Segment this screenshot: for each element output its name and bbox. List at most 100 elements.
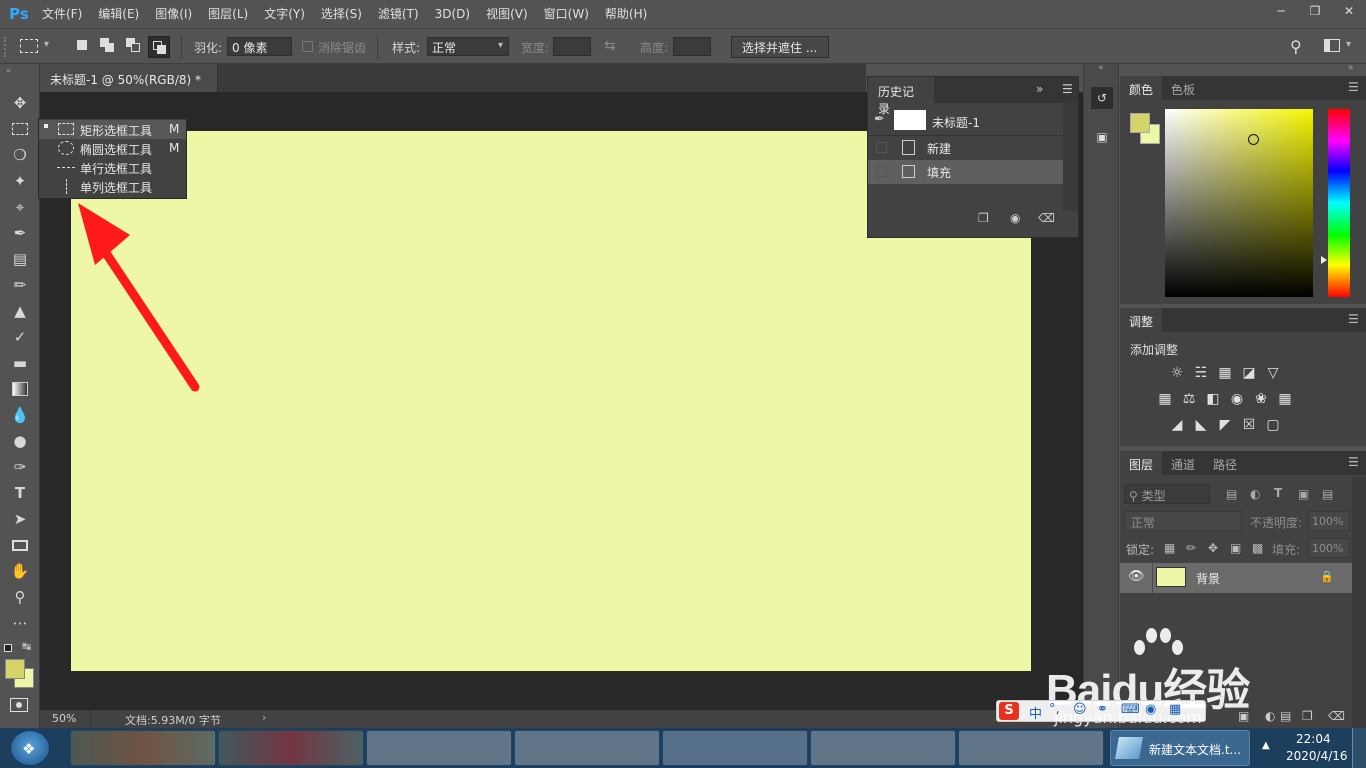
invert-icon[interactable]: ◢: [1168, 416, 1186, 434]
history-brush-source-icon[interactable]: ✒: [874, 112, 885, 127]
select-and-mask-button[interactable]: 选择并遮住 ...: [731, 36, 829, 58]
crop-tool-icon[interactable]: ⌖: [8, 196, 32, 218]
vibrance-icon[interactable]: ▽: [1264, 364, 1282, 382]
move-tool-icon[interactable]: ✥: [8, 92, 32, 114]
menu-window[interactable]: 窗口(W): [536, 0, 597, 28]
lock-artboard-icon[interactable]: ▣: [1230, 541, 1241, 555]
eraser-tool-icon[interactable]: ▬: [8, 352, 32, 374]
document-tab[interactable]: 未标题-1 @ 50%(RGB/8) *: [40, 64, 218, 92]
antialias-checkbox[interactable]: [302, 41, 313, 52]
menu-file[interactable]: 文件(F): [34, 0, 90, 28]
color-picker-cursor[interactable]: [1248, 134, 1259, 145]
posterize-icon[interactable]: ◣: [1192, 416, 1210, 434]
gradient-map-icon[interactable]: ▢: [1264, 416, 1282, 434]
lock-pixels-icon[interactable]: ✏: [1186, 541, 1196, 555]
hue-saturation-icon[interactable]: ▦: [1156, 390, 1174, 408]
pen-tool-icon[interactable]: ✑: [8, 456, 32, 478]
3d-panel-icon[interactable]: ▣: [1091, 126, 1113, 148]
search-icon[interactable]: ⚲: [1290, 37, 1302, 56]
menu-layer[interactable]: 图层(L): [200, 0, 256, 28]
fill-input[interactable]: 100%: [1308, 538, 1350, 558]
flyout-item-ellipse-marquee[interactable]: 椭圆选框工具 M: [39, 139, 186, 158]
rectangle-tool-icon[interactable]: [8, 534, 32, 556]
workspace-chevron-icon[interactable]: ▾: [1346, 39, 1351, 50]
filter-pixel-icon[interactable]: ▤: [1226, 487, 1237, 501]
dodge-tool-icon[interactable]: ●: [8, 430, 32, 452]
foreground-color-swatch[interactable]: [5, 659, 25, 679]
menu-filter[interactable]: 滤镜(T): [370, 0, 427, 28]
taskbar-item[interactable]: [366, 730, 512, 766]
path-select-tool-icon[interactable]: ➤: [8, 508, 32, 530]
filter-adjustment-icon[interactable]: ◐: [1250, 487, 1260, 501]
close-icon[interactable]: ✕: [1332, 0, 1366, 22]
panel-menu-icon[interactable]: ☰: [1348, 313, 1360, 325]
style-select[interactable]: 正常 ▾: [427, 37, 509, 56]
visibility-eye-icon[interactable]: 👁: [1128, 569, 1145, 584]
taskbar-item[interactable]: [810, 730, 956, 766]
panel-menu-icon[interactable]: ☰: [1348, 456, 1360, 468]
rect-marquee-preset-icon[interactable]: [20, 39, 38, 53]
opacity-input[interactable]: 100%: [1308, 511, 1350, 531]
menu-select[interactable]: 选择(S): [313, 0, 370, 28]
filter-shape-icon[interactable]: ▣: [1298, 487, 1309, 501]
exposure-icon[interactable]: ◪: [1240, 364, 1258, 382]
clock-date[interactable]: 2020/4/16: [1286, 749, 1348, 763]
black-white-icon[interactable]: ◧: [1204, 390, 1222, 408]
history-scrollbar[interactable]: [1063, 103, 1078, 211]
default-colors-icon[interactable]: [4, 644, 12, 652]
curves-icon[interactable]: ▦: [1216, 364, 1234, 382]
tab-history[interactable]: 历史记录: [868, 77, 934, 116]
filter-smart-object-icon[interactable]: ▤: [1322, 487, 1333, 501]
layer-filter-select[interactable]: ⚲ 类型: [1124, 484, 1210, 504]
lock-all-icon[interactable]: ▩: [1252, 541, 1263, 555]
color-lookup-icon[interactable]: ▦: [1276, 390, 1294, 408]
flyout-item-single-column-marquee[interactable]: 单列选框工具: [39, 177, 186, 196]
width-input[interactable]: [553, 37, 591, 56]
skin-icon[interactable]: ◉: [1145, 702, 1156, 717]
brush-tool-icon[interactable]: ✏: [8, 274, 32, 296]
zoom-tool-icon[interactable]: ⚲: [8, 586, 32, 608]
flyout-item-single-row-marquee[interactable]: 单行选框工具: [39, 158, 186, 177]
eyedropper-tool-icon[interactable]: ✒: [8, 222, 32, 244]
tab-channels[interactable]: 通道: [1162, 451, 1204, 475]
add-selection-icon[interactable]: [100, 38, 114, 52]
feather-input[interactable]: 0 像素: [227, 37, 292, 56]
intersect-selection-icon[interactable]: [148, 36, 170, 58]
sogou-logo-icon[interactable]: S: [999, 702, 1019, 720]
panel-menu-icon[interactable]: ☰: [1062, 82, 1073, 96]
tab-adjustments[interactable]: 调整: [1120, 308, 1163, 332]
panel-menu-icon[interactable]: ☰: [1348, 81, 1360, 93]
filter-type-icon[interactable]: T: [1274, 486, 1282, 500]
taskbar-item[interactable]: [958, 730, 1104, 766]
collapse-tools-icon[interactable]: »: [6, 66, 11, 75]
history-state-selected[interactable]: 填充: [868, 160, 1063, 184]
levels-icon[interactable]: ☵: [1192, 364, 1210, 382]
restore-icon[interactable]: ❐: [1298, 0, 1332, 22]
type-tool-icon[interactable]: T: [8, 482, 32, 504]
taskbar-item[interactable]: [218, 730, 364, 766]
quick-select-tool-icon[interactable]: ✦: [8, 170, 32, 192]
new-selection-icon[interactable]: [77, 40, 87, 50]
lock-transparent-icon[interactable]: ▦: [1164, 541, 1175, 555]
selective-color-icon[interactable]: ☒: [1240, 416, 1258, 434]
menu-type[interactable]: 文字(Y): [256, 0, 313, 28]
lasso-tool-icon[interactable]: ❍: [8, 144, 32, 166]
start-button[interactable]: ❖: [10, 730, 50, 766]
clone-stamp-tool-icon[interactable]: ▲: [8, 300, 32, 322]
tab-layers[interactable]: 图层: [1120, 451, 1163, 475]
more-tools-icon[interactable]: ⋯: [8, 612, 32, 634]
taskbar-item-active[interactable]: 新建文本文档.t...: [1110, 730, 1250, 766]
height-input[interactable]: [673, 37, 711, 56]
history-state[interactable]: 新建: [868, 136, 1063, 160]
subtract-selection-icon[interactable]: [126, 38, 140, 52]
camera-icon[interactable]: ◉: [1010, 211, 1020, 225]
menu-image[interactable]: 图像(I): [147, 0, 200, 28]
hand-tool-icon[interactable]: ✋: [8, 560, 32, 582]
blend-mode-select[interactable]: 正常: [1124, 511, 1242, 531]
chevron-right-icon[interactable]: ›: [262, 711, 266, 724]
menu-view[interactable]: 视图(V): [478, 0, 536, 28]
flyout-item-rect-marquee[interactable]: 矩形选框工具 M: [39, 120, 186, 139]
menu-3d[interactable]: 3D(D): [427, 0, 478, 28]
punctuation-icon[interactable]: °,: [1049, 702, 1060, 717]
minimize-icon[interactable]: ─: [1264, 0, 1298, 22]
